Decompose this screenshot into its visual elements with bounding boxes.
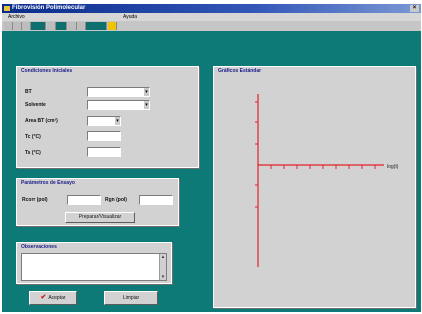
workspace: Condiciones Iniciales BT ▾ Solvente ▾ Ar… xyxy=(2,31,421,312)
clear-button[interactable]: Limpiar xyxy=(104,291,158,305)
rcorr-input[interactable] xyxy=(67,195,101,205)
toolbar-paste-icon[interactable] xyxy=(68,22,77,30)
area-bt-label: Area BT (cm²) xyxy=(25,118,58,124)
toolbar-undo-icon[interactable] xyxy=(77,22,86,30)
x-ticks xyxy=(270,165,376,169)
scroll-down-icon[interactable]: ▾ xyxy=(160,274,166,280)
toolbar-cut-icon[interactable] xyxy=(47,22,56,30)
params-panel: Parámetros de Ensayo Rcorr (pol) Rgn (po… xyxy=(16,178,179,226)
scroll-up-icon[interactable]: ▴ xyxy=(160,254,166,260)
bt-dropdown[interactable]: ▾ xyxy=(87,87,150,97)
tc-input[interactable] xyxy=(87,131,121,141)
observations-scrollbar[interactable]: ▴ ▾ xyxy=(159,254,166,280)
title-bar: Fibrovisión Polimolecular × xyxy=(2,4,421,13)
toolbar-view-icon[interactable] xyxy=(86,22,107,30)
app-icon xyxy=(4,6,10,11)
chevron-down-icon[interactable]: ▾ xyxy=(144,101,149,109)
conditions-title: Condiciones Iniciales xyxy=(21,68,73,74)
toolbar-help-icon[interactable] xyxy=(108,22,117,30)
rcorr-label: Rcorr (pol) xyxy=(22,197,48,203)
tc-label: Tc (°C) xyxy=(25,134,41,140)
accept-label: Aceptar xyxy=(48,295,66,301)
rgn-input[interactable] xyxy=(139,195,173,205)
toolbar xyxy=(2,21,421,31)
graph-panel: Gráficos Estándar log(t) xyxy=(213,66,416,308)
menu-archivo[interactable]: Archivo xyxy=(8,13,25,21)
menu-ayuda[interactable]: Ayuda xyxy=(123,13,137,21)
chevron-down-icon[interactable]: ▾ xyxy=(144,88,149,96)
params-title: Parámetros de Ensayo xyxy=(21,180,75,186)
app-window: Fibrovisión Polimolecular × Archivo Ayud… xyxy=(2,4,421,312)
bt-label: BT xyxy=(25,89,32,95)
toolbar-copy-icon[interactable] xyxy=(56,22,67,30)
toolbar-panel-icon[interactable] xyxy=(31,22,46,30)
observations-panel: Observaciones ▴ ▾ xyxy=(16,242,172,284)
observations-title: Observaciones xyxy=(21,244,57,250)
visualize-button[interactable]: Preparar/Visualizar xyxy=(65,212,135,223)
ts-label: Ts (°C) xyxy=(25,150,41,156)
close-icon[interactable]: × xyxy=(410,5,419,12)
area-bt-dropdown[interactable]: ▾ xyxy=(87,116,121,126)
ts-input[interactable] xyxy=(87,147,121,157)
toolbar-new-icon[interactable] xyxy=(4,22,13,30)
accept-button[interactable]: ✔ Aceptar xyxy=(29,291,77,305)
solvente-dropdown[interactable]: ▾ xyxy=(87,100,150,110)
conditions-panel: Condiciones Iniciales BT ▾ Solvente ▾ Ar… xyxy=(16,66,199,168)
graph-canvas: log(t) xyxy=(255,94,399,267)
toolbar-open-icon[interactable] xyxy=(13,22,22,30)
x-axis-label: log(t) xyxy=(387,164,399,170)
rgn-label: Rgn (pol) xyxy=(105,197,127,203)
window-title: Fibrovisión Polimolecular xyxy=(12,5,86,11)
solvente-label: Solvente xyxy=(25,102,46,108)
menu-bar: Archivo Ayuda xyxy=(2,13,421,21)
chevron-down-icon[interactable]: ▾ xyxy=(115,117,120,125)
observations-textarea[interactable]: ▴ ▾ xyxy=(21,253,167,281)
toolbar-save-icon[interactable] xyxy=(22,22,31,30)
check-icon: ✔ xyxy=(40,294,47,301)
